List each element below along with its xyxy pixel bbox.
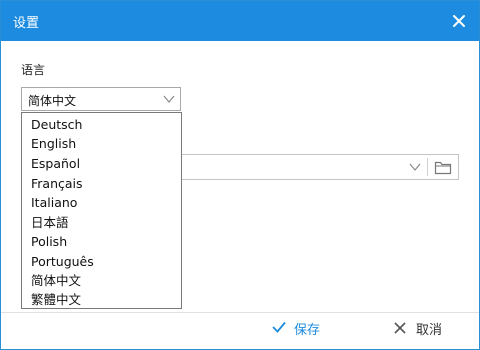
path-field-divider [427, 158, 428, 176]
path-dropdown-chevron-icon[interactable] [408, 161, 422, 173]
language-option[interactable]: 日本語 [22, 213, 181, 232]
language-option[interactable]: 繁體中文 [22, 290, 181, 309]
language-selected-value: 简体中文 [28, 94, 77, 108]
dialog-title: 设置 [13, 16, 40, 31]
checkmark-icon [272, 321, 286, 333]
close-icon [453, 15, 465, 27]
language-option[interactable]: Italiano [22, 193, 181, 212]
x-icon [394, 322, 406, 334]
title-bar: 设置 [1, 1, 479, 41]
cancel-label: 取消 [416, 323, 443, 338]
language-select[interactable]: 简体中文 [21, 87, 181, 111]
language-option[interactable]: English [22, 134, 181, 153]
language-option[interactable]: Português [22, 252, 181, 271]
language-dropdown-list: Deutsch English Español Français Italian… [21, 112, 182, 309]
language-option[interactable]: Español [22, 154, 181, 173]
chevron-down-icon [163, 95, 175, 103]
language-option[interactable]: 简体中文 [22, 271, 181, 290]
language-option[interactable]: Français [22, 174, 181, 193]
language-option[interactable]: Deutsch [22, 115, 181, 134]
footer-divider [1, 312, 479, 313]
close-button[interactable] [445, 7, 473, 35]
save-label: 保存 [294, 323, 321, 338]
path-field[interactable] [181, 154, 459, 180]
settings-dialog: 设置 语言 简体中文 Deutsch English Español Franç… [0, 0, 480, 350]
folder-icon[interactable] [434, 160, 452, 175]
language-option[interactable]: Polish [22, 232, 181, 251]
language-label: 语言 [21, 63, 46, 77]
